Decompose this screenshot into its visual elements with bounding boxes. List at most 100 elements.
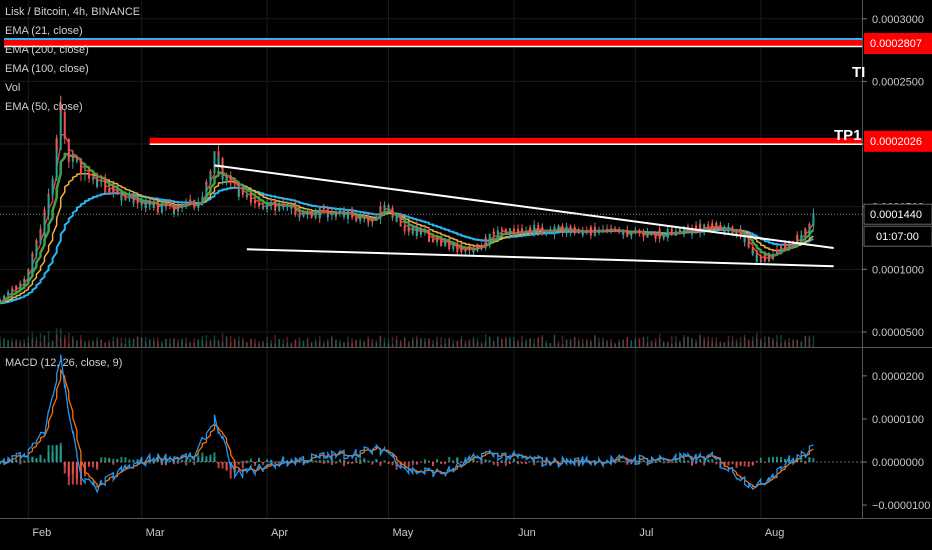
candle-body — [363, 217, 366, 219]
macd-histogram-bar — [529, 461, 532, 462]
macd-histogram-bar — [39, 456, 42, 462]
macd-histogram-bar — [278, 462, 281, 464]
volume-bar — [144, 336, 147, 347]
volume-bar — [715, 337, 718, 347]
volume-bar — [254, 338, 256, 347]
volume-bar — [181, 338, 183, 347]
volume-bar — [505, 336, 507, 347]
candle-body — [185, 203, 188, 205]
volume-bar — [355, 339, 357, 347]
candle-body — [27, 270, 30, 272]
macd-histogram-bar — [411, 462, 414, 466]
volume-bar — [480, 343, 483, 347]
candle-body — [759, 260, 762, 262]
legend-vol[interactable]: Vol — [5, 79, 140, 98]
price-tag-text: 0.0001440 — [870, 209, 922, 221]
volume-bar — [290, 341, 293, 347]
legend-ema50[interactable]: EMA (50, close) — [5, 98, 140, 117]
price-tick-label: 0.0003000 — [872, 14, 924, 26]
candle-body — [658, 229, 661, 238]
volume-bar — [169, 343, 171, 347]
macd-histogram-bar — [492, 461, 495, 463]
macd-histogram-bar — [739, 462, 742, 465]
macd-histogram-bar — [508, 462, 511, 464]
volume-bar — [55, 334, 58, 347]
macd-histogram-bar — [15, 459, 18, 462]
volume-bar — [339, 340, 341, 347]
candle-body — [751, 250, 754, 255]
volume-bar — [448, 337, 451, 347]
macd-legend[interactable]: MACD (12, 26, close, 9) — [5, 357, 122, 369]
candle-body — [108, 188, 111, 194]
macd-histogram-bar — [249, 460, 252, 462]
candle-body — [561, 225, 564, 234]
volume-bar — [242, 337, 244, 347]
legend-ema100[interactable]: EMA (100, close) — [5, 60, 140, 79]
candle-body — [148, 201, 151, 206]
candle-body — [391, 216, 394, 218]
candle-body — [601, 230, 604, 232]
candle-body — [610, 228, 613, 231]
volume-bar — [784, 342, 786, 347]
volume-bar — [691, 337, 693, 347]
candle-body — [423, 231, 426, 233]
volume-bar — [331, 337, 333, 347]
volume-bar — [565, 338, 568, 347]
candle-body — [286, 205, 289, 208]
candle-body — [55, 138, 58, 150]
time-tick-label: Jun — [518, 527, 536, 539]
volume-bar — [15, 339, 17, 347]
volume-bar — [148, 340, 151, 347]
candle-body — [517, 229, 520, 234]
volume-bar — [711, 341, 714, 347]
volume-bar — [11, 342, 13, 347]
macd-histogram-bar — [43, 458, 46, 462]
volume-bar — [670, 336, 673, 347]
macd-histogram-bar — [751, 462, 754, 465]
volume-bar — [695, 342, 697, 347]
legend-ema21[interactable]: EMA (21, close) — [5, 22, 140, 41]
volume-bar — [306, 339, 309, 347]
macd-histogram-bar — [517, 462, 520, 465]
macd-histogram-bar — [63, 462, 66, 467]
volume-bar — [108, 339, 111, 347]
macd-histogram-bar — [132, 459, 135, 462]
legend-ema200[interactable]: EMA (200, close) — [5, 41, 140, 60]
candle-body — [193, 206, 196, 208]
price-tick-label: 0.0002500 — [872, 76, 924, 88]
candle-body — [537, 228, 540, 232]
macd-histogram-bar — [225, 462, 228, 470]
candle-body — [468, 245, 471, 249]
macd-histogram-bar — [780, 460, 783, 462]
volume-bar — [743, 337, 746, 347]
macd-histogram-bar — [326, 459, 329, 462]
candle-body — [711, 223, 714, 231]
volume-bar — [152, 337, 155, 347]
macd-histogram-bar — [508, 461, 511, 462]
candle-body — [626, 233, 629, 237]
candle-body — [464, 250, 467, 252]
volume-bar — [92, 339, 94, 347]
macd-histogram-bar — [112, 462, 115, 465]
macd-histogram-bar — [411, 460, 414, 462]
candle-body — [140, 201, 143, 206]
candle-body — [541, 227, 544, 234]
candle-body — [796, 235, 799, 241]
candle-body — [152, 202, 155, 208]
candle-body — [173, 211, 176, 214]
volume-bar — [808, 337, 811, 347]
volume-bar — [614, 342, 616, 347]
volume-bar — [140, 337, 143, 347]
volume-bar — [444, 338, 446, 347]
macd-histogram-bar — [767, 461, 770, 463]
volume-bars — [0, 328, 815, 347]
macd-histogram-bar — [456, 458, 459, 462]
macd-histogram-bar — [338, 461, 341, 462]
volume-bar — [327, 338, 329, 347]
price-tag: 0.0002026 — [864, 130, 932, 152]
candle-body — [500, 229, 503, 231]
volume-bar — [314, 338, 317, 347]
candle-body — [92, 177, 95, 180]
macd-histogram-bar — [27, 462, 30, 463]
macd-histogram-bar — [711, 462, 714, 463]
